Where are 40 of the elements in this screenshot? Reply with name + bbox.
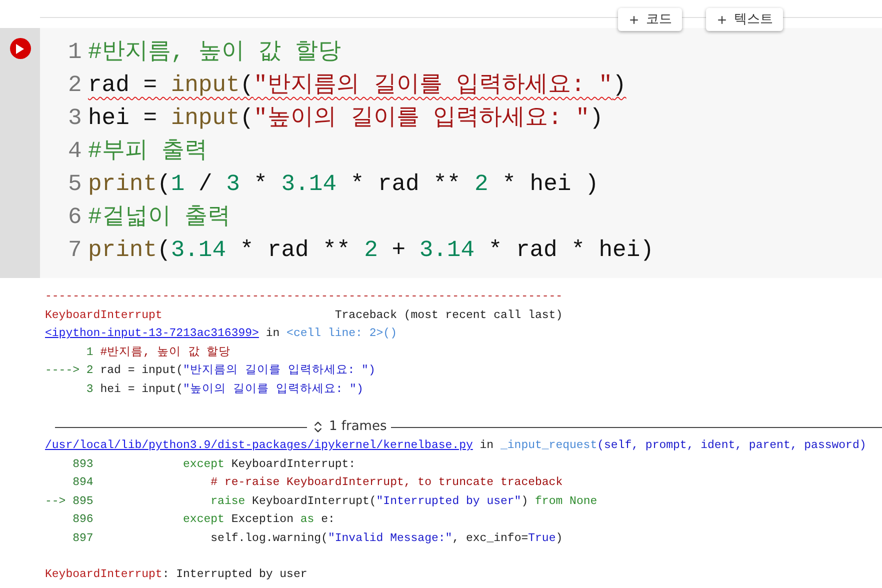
traceback-line: KeyboardInterrupt Traceback (most recent call last) xyxy=(45,308,564,324)
line-number: 7 xyxy=(68,236,83,265)
frames-toggle[interactable]: 1 frames xyxy=(307,417,391,437)
traceback-text: _input_request xyxy=(500,439,598,452)
line-number: 4 xyxy=(68,137,83,166)
traceback-line: 897 self.log.warning("Invalid Message:", exc_info=True) xyxy=(72,530,564,546)
code-line: print(1 / 3 * 3.14 * rad ** 2 * hei ) xyxy=(88,170,599,199)
code-line: #부피 출력 xyxy=(88,137,208,166)
line-number: 1 xyxy=(68,38,83,67)
traceback-text: in xyxy=(478,439,495,452)
code-line: print(3.14 * rad ** 2 + 3.14 * rad * hei) xyxy=(88,236,654,265)
traceback-line: 1 #반지름, 높이 값 할당 xyxy=(85,344,232,360)
traceback-line: 894 # re-raise KeyboardInterrupt, to truncate traceback xyxy=(72,475,564,491)
play-icon xyxy=(16,44,24,54)
plus-icon xyxy=(716,14,728,26)
line-number: 6 xyxy=(68,203,83,232)
line-number: 3 xyxy=(68,104,83,133)
traceback-text: (self, prompt, ident, parent, password) xyxy=(597,439,866,452)
traceback-line: 893 except KeyboardInterrupt: xyxy=(72,456,357,472)
code-line: #겉넓이 출력 xyxy=(88,203,231,232)
plus-icon xyxy=(628,14,640,26)
line-number: 2 xyxy=(68,71,83,100)
traceback-text: in xyxy=(264,327,281,340)
traceback-line: 3 hei = input("높이의 길이를 입력하세요: ") xyxy=(85,382,364,398)
traceback-line: 896 except Exception as e: xyxy=(72,512,336,528)
line-number: 5 xyxy=(68,170,83,199)
add-cell-button[interactable]: 코드 xyxy=(618,8,682,31)
add-cell-button[interactable]: 텍스트 xyxy=(706,8,783,31)
code-line: rad = input("반지름의 길이를 입력하세요: ") xyxy=(88,71,626,100)
traceback-text: <cell line: 2> xyxy=(286,327,384,340)
file-link[interactable]: /usr/local/lib/python3.9/dist-packages/ipykernel/kernelbase.py xyxy=(45,439,473,452)
code-line: #반지름, 높이 값 할당 xyxy=(88,38,342,67)
code-line: hei = input("높이의 길이를 입력하세요: ") xyxy=(88,104,604,133)
traceback-line: KeyboardInterrupt: Interrupted by user xyxy=(45,567,308,583)
traceback-text: () xyxy=(383,327,397,340)
traceback-line: ----> 2 rad = input("반지름의 길이를 입력하세요: ") xyxy=(45,363,376,379)
run-button[interactable] xyxy=(10,38,30,59)
traceback-line: --------------------------------------------------------------------------- xyxy=(45,289,564,305)
file-link[interactable]: <ipython-input-13-7213ac316399> xyxy=(45,327,259,340)
traceback-line: --> 895 raise KeyboardInterrupt("Interrupted by user") from None xyxy=(45,494,598,510)
